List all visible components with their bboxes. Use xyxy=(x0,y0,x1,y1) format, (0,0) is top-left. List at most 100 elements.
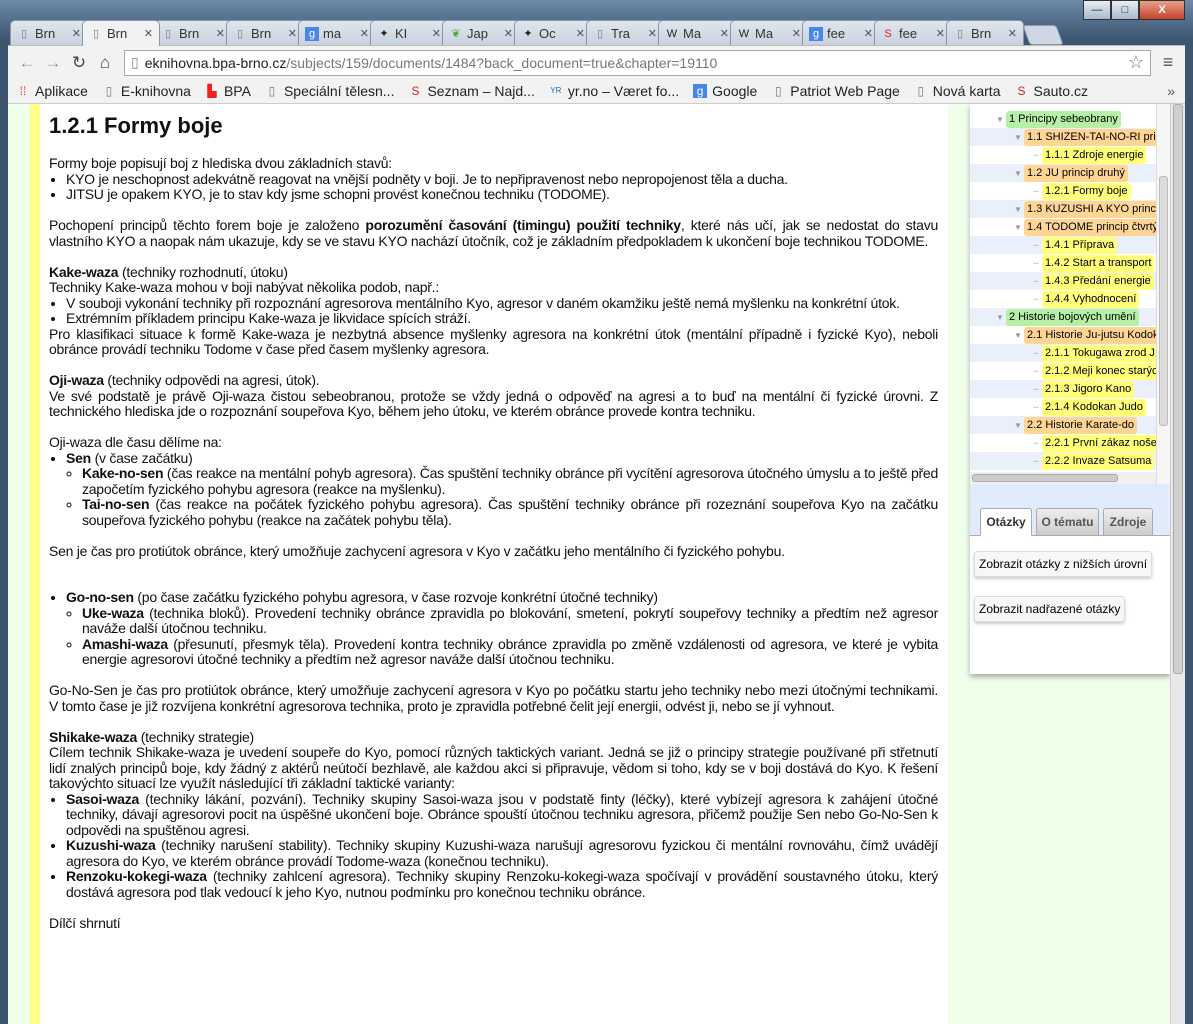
close-tab-icon[interactable]: ✕ xyxy=(648,27,657,40)
close-tab-icon[interactable]: ✕ xyxy=(432,27,441,40)
bookmark-label: Sauto.cz xyxy=(1033,83,1088,99)
browser-tab[interactable]: ▯ Brn ✕ xyxy=(82,20,160,46)
expand-triangle-icon[interactable]: ▼ xyxy=(1012,133,1024,142)
leaf-icon: ❦ xyxy=(451,27,461,40)
bookmark-item[interactable]: ▯ Speciální tělesn... xyxy=(265,83,395,99)
tab-label: Brn xyxy=(971,26,992,41)
browser-tab[interactable]: g fee ✕ xyxy=(802,20,880,46)
expand-triangle-icon[interactable]: ▼ xyxy=(1012,205,1024,214)
tree-item[interactable]: ┄ 2.1.3 Jigoro Kano xyxy=(970,380,1170,398)
tree-horizontal-scrollbar[interactable] xyxy=(970,472,1156,484)
expand-triangle-icon[interactable]: ▼ xyxy=(1012,421,1024,430)
tree-vertical-scrollbar[interactable] xyxy=(1156,104,1170,484)
url-path: /subjects/159/documents/1484?back_docume… xyxy=(286,54,718,71)
expand-triangle-icon[interactable]: ▼ xyxy=(1012,169,1024,178)
tree-item[interactable]: ▼ 2.2 Historie Karate-do xyxy=(970,416,1170,434)
close-window-button[interactable]: X xyxy=(1139,0,1185,20)
tab-otazky[interactable]: Otázky xyxy=(980,508,1032,536)
bookmark-item[interactable]: YR yr.no – Været fo... xyxy=(549,83,679,99)
close-tab-icon[interactable]: ✕ xyxy=(576,27,585,40)
reload-button[interactable]: ↻ xyxy=(66,53,92,73)
browser-tab[interactable]: ▯ Brn ✕ xyxy=(226,20,304,46)
tree-item[interactable]: ▼ 2 Historie bojových umění xyxy=(970,308,1170,326)
tree-item[interactable]: ┄ 1.1.1 Zdroje energie xyxy=(970,146,1170,164)
maximize-button[interactable]: □ xyxy=(1111,0,1139,20)
tree-item[interactable]: ▼ 1.1 SHIZEN-TAI-NO-RI princ xyxy=(970,128,1170,146)
bookmark-star-icon[interactable]: ☆ xyxy=(1128,52,1144,73)
tree-item[interactable]: ▼ 1.2 JU princip druhý xyxy=(970,164,1170,182)
menu-icon[interactable]: ≡ xyxy=(1157,52,1179,73)
close-tab-icon[interactable]: ✕ xyxy=(216,27,225,40)
bookmark-item[interactable]: S Seznam – Najd... xyxy=(408,83,534,99)
tree-item[interactable]: ┄ 2.2.2 Invaze Satsuma xyxy=(970,452,1170,470)
sidebar-tabs: Otázky O tématu Zdroje xyxy=(970,484,1170,536)
tree-item[interactable]: ┄ 2.2.1 První zákaz noše xyxy=(970,434,1170,452)
bookmarks-more-button[interactable]: » xyxy=(1167,83,1175,99)
forward-button[interactable]: → xyxy=(40,53,66,73)
bookmark-label: BPA xyxy=(223,83,251,99)
yr-icon: YR xyxy=(550,86,562,95)
page-icon: ▯ xyxy=(917,84,925,98)
minimize-button[interactable]: — xyxy=(1083,0,1111,20)
close-tab-icon[interactable]: ✕ xyxy=(72,27,81,40)
page-scrollbar[interactable] xyxy=(1170,104,1185,1024)
bookmark-item[interactable]: g Google xyxy=(693,83,757,99)
expand-triangle-icon[interactable]: ▼ xyxy=(994,115,1006,124)
close-tab-icon[interactable]: ✕ xyxy=(720,27,729,40)
browser-tab[interactable]: Sfee ✕ xyxy=(874,20,952,46)
browser-tab[interactable]: W Ma ✕ xyxy=(730,20,808,46)
tree-item[interactable]: ▼ 2.1 Historie Ju-jutsu Kodok xyxy=(970,326,1170,344)
tree-item[interactable]: ┄ 2.1.1 Tokugawa zrod J xyxy=(970,344,1170,362)
browser-tab[interactable]: ❦ Jap ✕ xyxy=(442,20,520,46)
tree-item-label: 2.1.3 Jigoro Kano xyxy=(1042,380,1135,398)
bookmark-label: Seznam – Najd... xyxy=(427,83,535,99)
expand-triangle-icon[interactable]: ▼ xyxy=(1012,331,1024,340)
browser-tab[interactable]: ▯ Brn ✕ xyxy=(154,20,232,46)
tree-item[interactable]: ┄ 1.4.1 Příprava xyxy=(970,236,1170,254)
tree-item[interactable]: ▼ 1 Principy sebeobrany xyxy=(970,110,1170,128)
close-tab-icon[interactable]: ✕ xyxy=(504,27,513,40)
back-button[interactable]: ← xyxy=(14,53,40,73)
bookmark-item[interactable]: S Sauto.cz xyxy=(1014,83,1088,99)
browser-tab[interactable]: ▯ Brn ✕ xyxy=(10,20,88,46)
expand-triangle-icon[interactable]: ▼ xyxy=(1012,223,1024,232)
browser-tab[interactable]: ▯ Tra ✕ xyxy=(586,20,664,46)
browser-tab[interactable]: g ma ✕ xyxy=(298,20,376,46)
tab-zdroje[interactable]: Zdroje xyxy=(1103,508,1153,536)
close-tab-icon[interactable]: ✕ xyxy=(360,27,369,40)
tree-item[interactable]: ┄ 2.1.2 Meji konec starýc xyxy=(970,362,1170,380)
new-tab-button[interactable] xyxy=(1022,25,1064,45)
bookmark-item[interactable]: ▯ Patriot Web Page xyxy=(771,83,900,99)
close-tab-icon[interactable]: ✕ xyxy=(792,27,801,40)
bookmark-item[interactable]: ▯ Nová karta xyxy=(914,83,1000,99)
browser-tab[interactable]: ✦ Oc ✕ xyxy=(514,20,592,46)
bookmark-item[interactable]: ▯ E-knihovna xyxy=(102,83,191,99)
list-item: Kuzushi-waza (techniky narušení stabilit… xyxy=(66,837,938,869)
browser-tab[interactable]: ✦ KI ✕ xyxy=(370,20,448,46)
bookmark-item[interactable]: ▙ BPA xyxy=(205,83,251,99)
home-button[interactable]: ⌂ xyxy=(92,53,118,73)
tree-item[interactable]: ┄ 1.4.3 Předání energie xyxy=(970,272,1170,290)
tree-item[interactable]: ┄ 2.1.4 Kodokan Judo xyxy=(970,398,1170,416)
runner-icon: ✦ xyxy=(523,27,533,40)
tree-item[interactable]: ▼ 1.3 KUZUSHI A KYO princi xyxy=(970,200,1170,218)
close-tab-icon[interactable]: ✕ xyxy=(144,27,153,40)
tree-item[interactable]: ▼ 1.4 TODOME princip čtvrtý xyxy=(970,218,1170,236)
bookmark-item[interactable]: ⁞⁞ Aplikace xyxy=(16,83,88,99)
google-icon: g xyxy=(809,26,823,41)
show-parent-questions-button[interactable]: Zobrazit nadřazené otázky xyxy=(974,596,1126,622)
close-tab-icon[interactable]: ✕ xyxy=(936,27,945,40)
close-tab-icon[interactable]: ✕ xyxy=(288,27,297,40)
tree-item[interactable]: ┄ 1.4.2 Start a transport xyxy=(970,254,1170,272)
tree-item-label: 1.2.1 Formy boje xyxy=(1042,182,1131,200)
show-lower-level-questions-button[interactable]: Zobrazit otázky z nižších úrovní xyxy=(974,551,1153,577)
expand-triangle-icon[interactable]: ▼ xyxy=(994,313,1006,322)
address-bar[interactable]: ▯ eknihovna.bpa-brno.cz/subjects/159/doc… xyxy=(124,49,1151,76)
tree-item[interactable]: ┄ 1.2.1 Formy boje xyxy=(970,182,1170,200)
tab-o-tematu[interactable]: O tématu xyxy=(1036,508,1099,536)
close-tab-icon[interactable]: ✕ xyxy=(1008,27,1017,40)
browser-tab[interactable]: W Ma ✕ xyxy=(658,20,736,46)
browser-tab[interactable]: ▯ Brn ✕ xyxy=(946,20,1024,46)
close-tab-icon[interactable]: ✕ xyxy=(864,27,873,40)
tree-item[interactable]: ┄ 1.4.4 Vyhodnocení xyxy=(970,290,1170,308)
